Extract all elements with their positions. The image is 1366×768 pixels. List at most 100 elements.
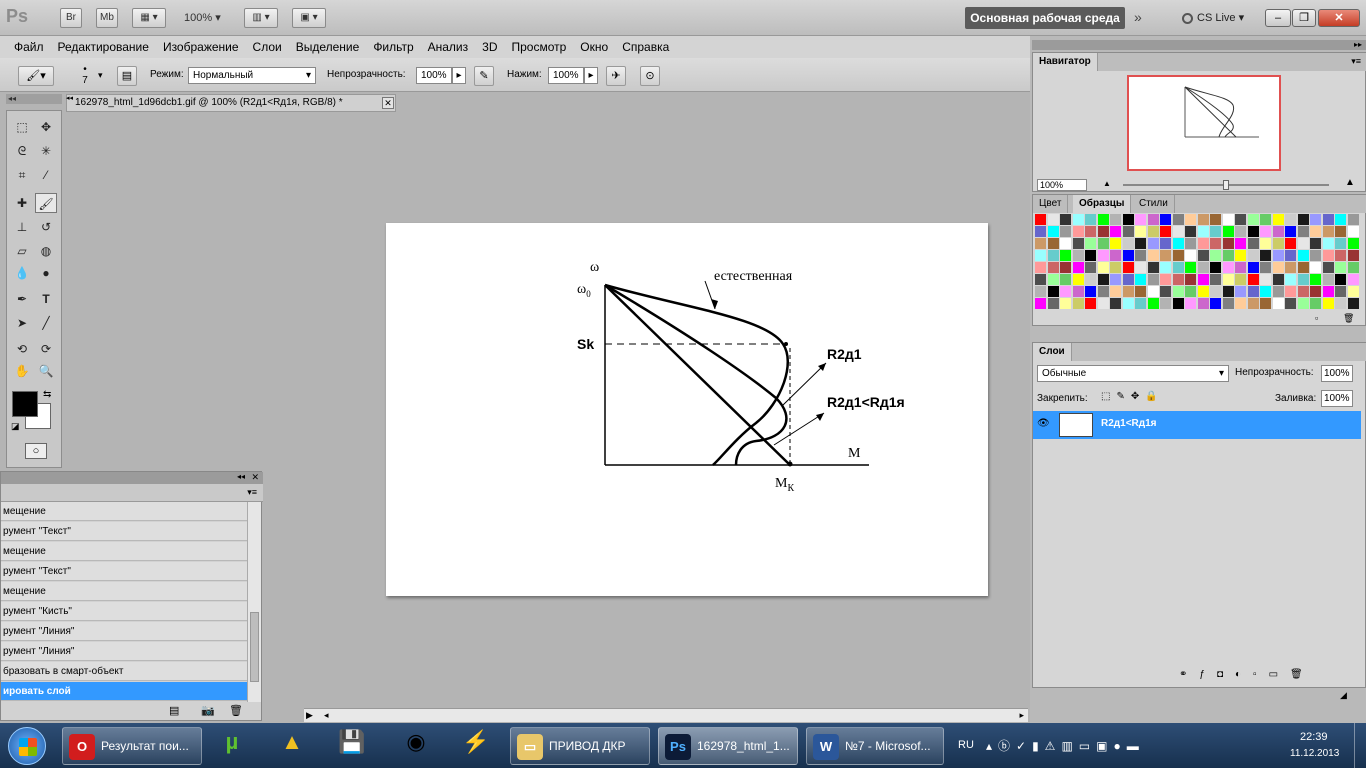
brush-size-chevron-icon[interactable]: ▾	[98, 70, 103, 81]
swatch[interactable]	[1160, 214, 1171, 225]
lasso-icon[interactable]: ᘓ	[11, 141, 33, 161]
swatch[interactable]	[1285, 226, 1296, 237]
swatch[interactable]	[1147, 238, 1159, 249]
mini-bridge-button[interactable]: Mb	[96, 8, 118, 28]
clock-date[interactable]: 11.12.2013	[1290, 748, 1339, 759]
swatch[interactable]	[1160, 286, 1171, 297]
restore-button[interactable]: ❐	[1292, 9, 1316, 27]
swatch[interactable]	[1310, 274, 1321, 285]
foreground-color-swatch[interactable]	[12, 391, 38, 417]
swatch[interactable]	[1122, 214, 1134, 225]
menu-analysis[interactable]: Анализ	[428, 40, 469, 54]
swatch[interactable]	[1310, 226, 1321, 237]
swatch[interactable]	[1322, 274, 1334, 285]
swatch[interactable]	[1035, 226, 1046, 237]
arrange-documents-button[interactable]: ▥ ▾	[244, 8, 278, 28]
swatch[interactable]	[1285, 298, 1296, 309]
navigator-zoom-slider[interactable]	[1123, 180, 1329, 190]
swatch[interactable]	[1185, 214, 1196, 225]
history-collapse-icon[interactable]: ◂◂	[237, 472, 245, 481]
swatch[interactable]	[1085, 250, 1096, 261]
swatch[interactable]	[1322, 250, 1334, 261]
screen-mode-button[interactable]: ▣ ▾	[292, 8, 326, 28]
swatch[interactable]	[1260, 214, 1271, 225]
rectangular-marquee-icon[interactable]: ⬚	[11, 117, 33, 137]
opacity-input[interactable]: 100%	[416, 67, 452, 84]
scroll-left-icon[interactable]: ▶	[306, 710, 313, 721]
swatch[interactable]	[1035, 250, 1046, 261]
swatch[interactable]	[1147, 286, 1159, 297]
swatch[interactable]	[1147, 214, 1159, 225]
swatch[interactable]	[1235, 226, 1246, 237]
swatch[interactable]	[1285, 238, 1296, 249]
history-item[interactable]: румент "Кисть"	[1, 602, 247, 621]
zoom-icon[interactable]: 🔍	[35, 361, 57, 381]
swatch[interactable]	[1047, 214, 1059, 225]
swatch[interactable]	[1160, 238, 1171, 249]
document-horizontal-scrollbar[interactable]: ▶ ◂ ▸	[304, 708, 1028, 722]
swatch[interactable]	[1297, 274, 1309, 285]
swatch[interactable]	[1122, 262, 1134, 273]
menu-filter[interactable]: Фильтр	[373, 40, 413, 54]
swatch[interactable]	[1085, 286, 1096, 297]
history-item[interactable]: мещение	[1, 542, 247, 561]
swatch[interactable]	[1135, 214, 1146, 225]
swatch[interactable]	[1347, 262, 1359, 273]
swatch[interactable]	[1197, 298, 1209, 309]
history-item[interactable]: румент "Текст"	[1, 522, 247, 541]
swatch-trash-icon[interactable]: 🗑	[1343, 313, 1354, 324]
swatch[interactable]	[1247, 298, 1259, 309]
crop-icon[interactable]: ⌗	[11, 165, 33, 185]
swatch[interactable]	[1072, 214, 1084, 225]
history-menu-icon[interactable]: ▾≡	[247, 487, 257, 498]
navigator-zoom-input[interactable]: 100%	[1037, 179, 1087, 191]
history-item[interactable]: румент "Линия"	[1, 622, 247, 641]
swatch[interactable]	[1235, 238, 1246, 249]
swatch[interactable]	[1260, 238, 1271, 249]
swatch[interactable]	[1172, 238, 1184, 249]
swatch[interactable]	[1035, 262, 1046, 273]
swatch[interactable]	[1222, 274, 1234, 285]
close-tab-icon[interactable]: ✕	[382, 97, 394, 109]
scroll-left-arrow-icon[interactable]: ◂	[324, 710, 329, 721]
swatch[interactable]	[1097, 286, 1109, 297]
pressure-opacity-icon[interactable]: ✎	[474, 66, 494, 86]
history-item[interactable]: бразовать в смарт-объект	[1, 662, 247, 681]
swatch[interactable]	[1222, 250, 1234, 261]
swatch[interactable]	[1135, 226, 1146, 237]
swatch[interactable]	[1185, 238, 1196, 249]
swatch[interactable]	[1035, 298, 1046, 309]
new-document-from-state-icon[interactable]: ▤	[169, 704, 179, 717]
layer-visibility-eye-icon[interactable]: 👁	[1037, 418, 1050, 429]
zoom-out-icon[interactable]: ▲	[1103, 179, 1111, 188]
swatch[interactable]	[1297, 226, 1309, 237]
swatch[interactable]	[1097, 274, 1109, 285]
swatch[interactable]	[1347, 250, 1359, 261]
airbrush-icon[interactable]: ✈	[606, 66, 626, 86]
swatch[interactable]	[1085, 298, 1096, 309]
menu-select[interactable]: Выделение	[296, 40, 360, 54]
brush-size-picker[interactable]: • 7	[78, 64, 92, 86]
history-close-icon[interactable]: ✕	[251, 472, 259, 483]
language-indicator[interactable]: RU	[958, 739, 974, 751]
swatch[interactable]	[1060, 262, 1071, 273]
swatch[interactable]	[1335, 274, 1346, 285]
swatch[interactable]	[1222, 286, 1234, 297]
swatch[interactable]	[1085, 274, 1096, 285]
document-canvas[interactable]: ω ω0 естественная Sk R2д1 R2д1<Rд1я M MК	[386, 223, 988, 596]
swatch[interactable]	[1185, 250, 1196, 261]
swatch[interactable]	[1097, 262, 1109, 273]
swatch[interactable]	[1322, 238, 1334, 249]
magic-wand-icon[interactable]: ✳	[35, 141, 57, 161]
spot-healing-icon[interactable]: ✚	[11, 193, 33, 213]
swatch[interactable]	[1247, 226, 1259, 237]
swatch[interactable]	[1297, 238, 1309, 249]
3d-orbit-icon[interactable]: ⟳	[35, 339, 57, 359]
swatch[interactable]	[1272, 250, 1284, 261]
swatch[interactable]	[1047, 226, 1059, 237]
lock-icons[interactable]: ⬚✎✥🔒	[1101, 391, 1164, 402]
path-selection-icon[interactable]: ➤	[11, 313, 33, 333]
swatch[interactable]	[1060, 238, 1071, 249]
clone-stamp-icon[interactable]: ⊥	[11, 217, 33, 237]
swatch[interactable]	[1272, 262, 1284, 273]
